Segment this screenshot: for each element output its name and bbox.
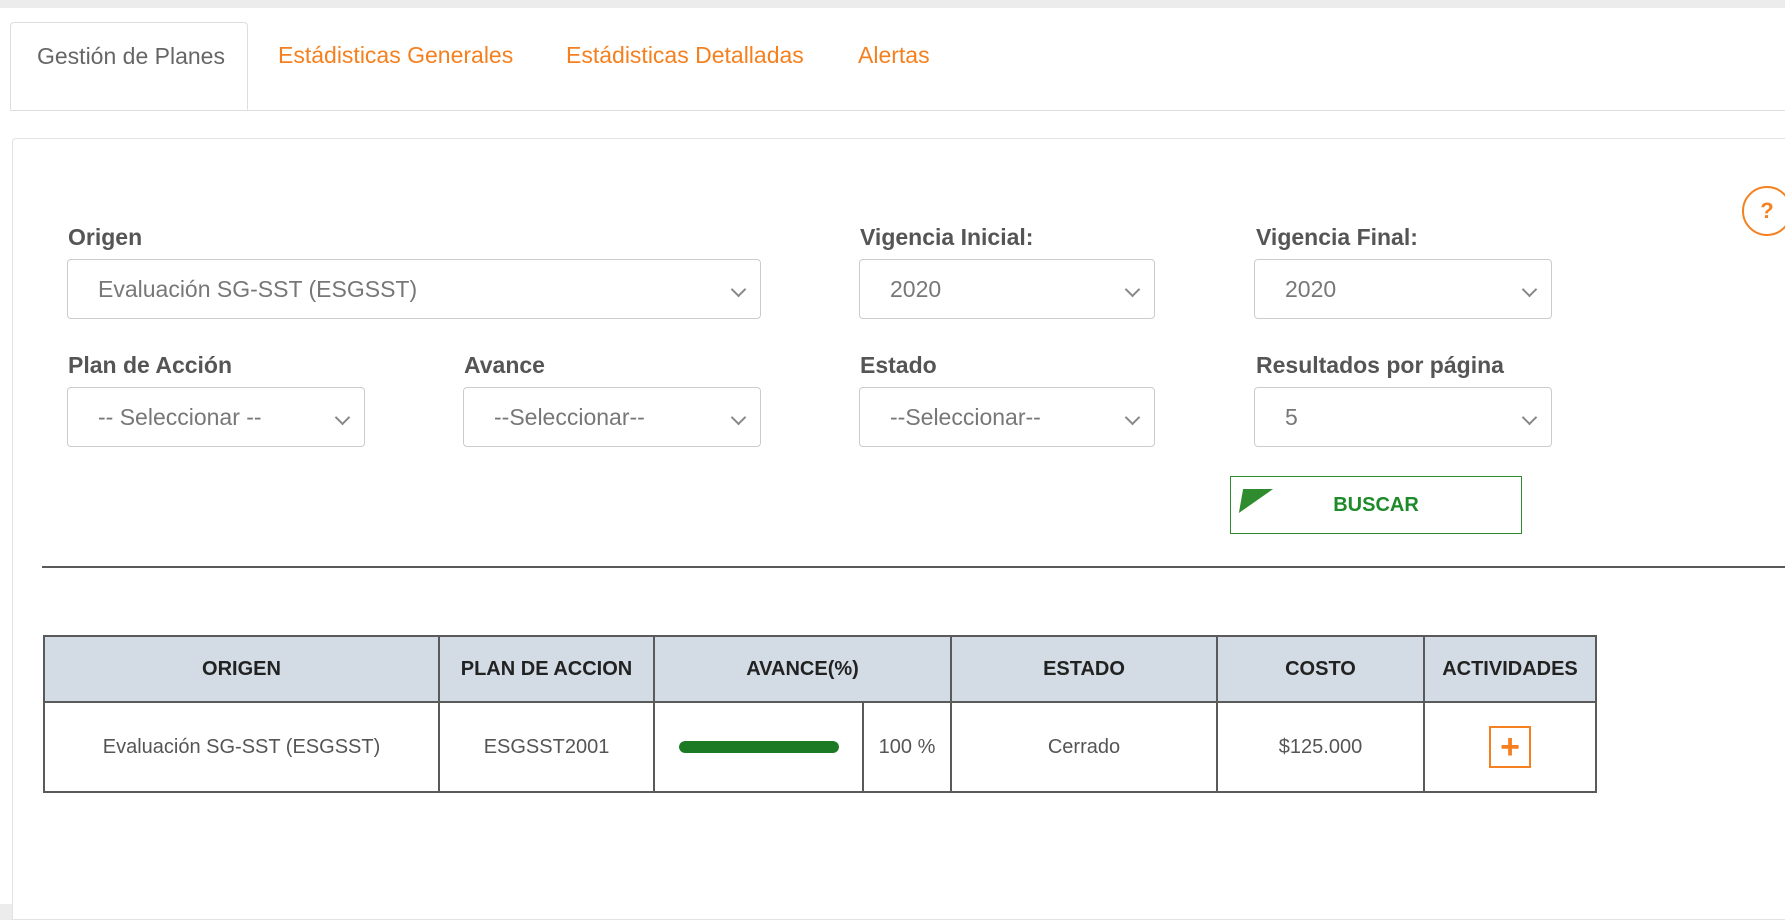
vigencia-final-select[interactable]: 2020 [1254, 259, 1552, 319]
progress-fill [678, 741, 839, 753]
plan-accion-label: Plan de Acción [68, 352, 233, 378]
tab-estadisticas-generales[interactable]: Estádisticas Generales [278, 22, 513, 110]
cell-origen: Evaluación SG-SST (ESGSST) [43, 701, 440, 793]
vigencia-final-label: Vigencia Final: [1256, 224, 1418, 250]
table-header-row: ORIGEN PLAN DE ACCION AVANCE(%) ESTADO C… [43, 635, 1597, 703]
tab-bar: Gestión de Planes Estádisticas Generales… [10, 22, 1785, 111]
resultados-label: Resultados por página [1256, 352, 1504, 378]
add-activity-button[interactable]: + [1489, 726, 1531, 768]
cell-estado: Cerrado [950, 701, 1218, 793]
cell-avance-text: 100 % [862, 701, 952, 793]
avance-select[interactable]: --Seleccionar-- [463, 387, 761, 447]
estado-label: Estado [860, 352, 937, 378]
col-header-avance: AVANCE(%) [653, 635, 952, 703]
vigencia-final-value: 2020 [1285, 276, 1337, 302]
corner-decoration-icon [1238, 489, 1274, 513]
origen-select[interactable]: Evaluación SG-SST (ESGSST) [67, 259, 761, 319]
estado-value: --Seleccionar-- [890, 404, 1041, 430]
col-header-actividades: ACTIVIDADES [1423, 635, 1597, 703]
tab-alertas[interactable]: Alertas [858, 22, 930, 110]
chevron-down-icon [1124, 281, 1141, 298]
cell-progress [653, 701, 864, 793]
avance-value: --Seleccionar-- [494, 404, 645, 430]
plan-accion-value: -- Seleccionar -- [98, 404, 262, 430]
chevron-down-icon [334, 409, 351, 426]
chevron-down-icon [730, 409, 747, 426]
vigencia-inicial-value: 2020 [890, 276, 942, 302]
tab-estadisticas-detalladas[interactable]: Estádisticas Detalladas [566, 22, 804, 110]
chevron-down-icon [730, 281, 747, 298]
origen-select-value: Evaluación SG-SST (ESGSST) [98, 276, 418, 302]
plus-icon: + [1500, 728, 1520, 766]
col-header-origen: ORIGEN [43, 635, 440, 703]
resultados-select[interactable]: 5 [1254, 387, 1552, 447]
col-header-plan: PLAN DE ACCION [438, 635, 655, 703]
buscar-button[interactable]: BUSCAR [1230, 476, 1522, 534]
page: Gestión de Planes Estádisticas Generales… [0, 8, 1785, 920]
results-table: ORIGEN PLAN DE ACCION AVANCE(%) ESTADO C… [43, 635, 1597, 793]
vigencia-inicial-select[interactable]: 2020 [859, 259, 1155, 319]
col-header-estado: ESTADO [950, 635, 1218, 703]
chevron-down-icon [1521, 409, 1538, 426]
chevron-down-icon [1521, 281, 1538, 298]
tab-gestion-de-planes[interactable]: Gestión de Planes [10, 22, 248, 110]
estado-select[interactable]: --Seleccionar-- [859, 387, 1155, 447]
divider [42, 566, 1785, 568]
table-row: Evaluación SG-SST (ESGSST) ESGSST2001 10… [43, 701, 1597, 793]
cell-plan: ESGSST2001 [438, 701, 655, 793]
origen-label: Origen [68, 224, 143, 250]
cell-costo: $125.000 [1216, 701, 1425, 793]
help-button[interactable]: ? [1742, 186, 1785, 236]
cell-actividades: + [1423, 701, 1597, 793]
vigencia-inicial-label: Vigencia Inicial: [860, 224, 1034, 250]
question-circle-icon: ? [1760, 198, 1774, 223]
buscar-label: BUSCAR [1333, 494, 1419, 516]
col-header-costo: COSTO [1216, 635, 1425, 703]
chevron-down-icon [1124, 409, 1141, 426]
avance-label: Avance [464, 352, 545, 378]
plan-accion-select[interactable]: -- Seleccionar -- [67, 387, 365, 447]
progress-bar [678, 741, 839, 753]
resultados-value: 5 [1285, 404, 1298, 430]
